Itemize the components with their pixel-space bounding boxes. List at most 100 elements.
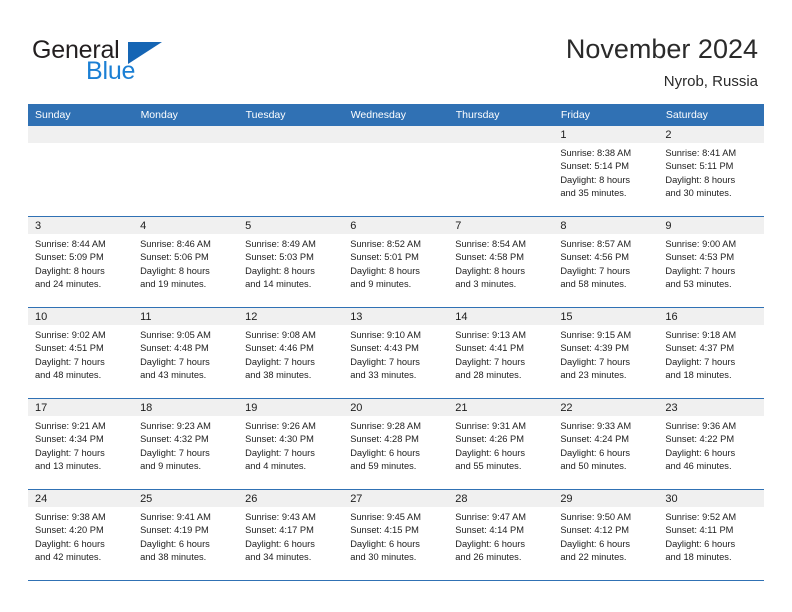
sunrise-text: Sunrise: 9:02 AM	[35, 330, 106, 340]
calendar-day-cell[interactable]: 14 Sunrise: 9:13 AM Sunset: 4:41 PM Dayligh…	[448, 307, 554, 399]
calendar-day-cell[interactable]: 25 Sunrise: 9:41 AM Sunset: 4:19 PM Dayligh…	[133, 489, 239, 581]
day-number: 13	[343, 308, 449, 325]
calendar-day-cell[interactable]: 16 Sunrise: 9:18 AM Sunset: 4:37 PM Dayligh…	[658, 307, 764, 399]
weekday-header-wednesday: Wednesday	[343, 104, 449, 126]
sunrise-text: Sunrise: 9:52 AM	[665, 512, 737, 522]
daylight-text-line1: Daylight: 8 hours	[245, 265, 315, 276]
general-blue-logo[interactable]: General Blue	[32, 36, 232, 88]
calendar-day-cell[interactable]: 30 Sunrise: 9:52 AM Sunset: 4:11 PM Dayligh…	[658, 489, 764, 581]
day-number: 17	[28, 399, 134, 416]
calendar-day-cell[interactable]: 17 Sunrise: 9:21 AM Sunset: 4:34 PM Dayligh…	[28, 398, 134, 490]
day-number: 7	[448, 217, 554, 234]
page-subtitle-location: Nyrob, Russia	[663, 73, 758, 90]
calendar-day-cell[interactable]: 23 Sunrise: 9:36 AM Sunset: 4:22 PM Dayligh…	[658, 398, 764, 490]
sunset-text: Sunset: 4:19 PM	[140, 525, 209, 536]
weekday-header-monday: Monday	[133, 104, 239, 126]
calendar-week-row: 1 Sunrise: 8:38 AM Sunset: 5:14 PM Daylight…	[28, 126, 764, 217]
day-details: Sunrise: 9:13 AM Sunset: 4:41 PM Daylight:…	[448, 325, 553, 382]
sunset-text: Sunset: 4:22 PM	[665, 434, 735, 445]
day-number	[28, 126, 134, 143]
sunrise-text: Sunrise: 9:50 AM	[560, 512, 632, 522]
calendar-day-cell[interactable]: 11 Sunrise: 9:05 AM Sunset: 4:48 PM Dayligh…	[133, 307, 239, 399]
sunset-text: Sunset: 4:53 PM	[665, 252, 735, 263]
calendar-day-cell[interactable]: 1 Sunrise: 8:38 AM Sunset: 5:14 PM Daylight…	[553, 126, 659, 217]
calendar-week-row: 17 Sunrise: 9:21 AM Sunset: 4:34 PM Dayligh…	[28, 398, 764, 490]
daylight-text-line1: Daylight: 7 hours	[140, 447, 210, 458]
daylight-text-line1: Daylight: 7 hours	[665, 356, 736, 367]
daylight-text-line1: Daylight: 6 hours	[140, 538, 210, 549]
sunset-text: Sunset: 4:30 PM	[245, 434, 314, 445]
day-number: 11	[133, 308, 239, 325]
daylight-text-line1: Daylight: 6 hours	[665, 447, 736, 458]
sunset-text: Sunset: 5:06 PM	[140, 252, 209, 263]
daylight-text-line2: and 30 minutes.	[665, 187, 732, 198]
daylight-text-line1: Daylight: 6 hours	[35, 538, 105, 549]
calendar-day-cell[interactable]: 12 Sunrise: 9:08 AM Sunset: 4:46 PM Dayligh…	[238, 307, 344, 399]
calendar-day-cell[interactable]: 13 Sunrise: 9:10 AM Sunset: 4:43 PM Dayligh…	[343, 307, 449, 399]
daylight-text-line2: and 43 minutes.	[140, 369, 207, 380]
weekday-header-row: Sunday Monday Tuesday Wednesday Thursday…	[28, 104, 765, 126]
calendar-day-cell[interactable]: 9 Sunrise: 9:00 AM Sunset: 4:53 PM Daylight…	[658, 216, 764, 308]
sunrise-text: Sunrise: 9:23 AM	[140, 421, 211, 431]
day-details: Sunrise: 9:02 AM Sunset: 4:51 PM Daylight:…	[28, 325, 133, 382]
day-number: 27	[343, 490, 449, 507]
calendar-day-cell[interactable]: 27 Sunrise: 9:45 AM Sunset: 4:15 PM Dayligh…	[343, 489, 449, 581]
daylight-text-line2: and 28 minutes.	[455, 369, 522, 380]
sunrise-text: Sunrise: 9:26 AM	[245, 421, 316, 431]
daylight-text-line2: and 59 minutes.	[350, 460, 417, 471]
calendar-day-cell[interactable]: 6 Sunrise: 8:52 AM Sunset: 5:01 PM Daylight…	[343, 216, 449, 308]
weekday-header-thursday: Thursday	[448, 104, 554, 126]
calendar-day-cell[interactable]: 24 Sunrise: 9:38 AM Sunset: 4:20 PM Dayligh…	[28, 489, 134, 581]
daylight-text-line1: Daylight: 6 hours	[560, 538, 631, 549]
daylight-text-line1: Daylight: 7 hours	[665, 265, 736, 276]
calendar-day-cell[interactable]: 18 Sunrise: 9:23 AM Sunset: 4:32 PM Dayligh…	[133, 398, 239, 490]
day-details: Sunrise: 9:36 AM Sunset: 4:22 PM Daylight:…	[658, 416, 763, 473]
daylight-text-line1: Daylight: 8 hours	[455, 265, 526, 276]
day-details: Sunrise: 8:57 AM Sunset: 4:56 PM Daylight:…	[553, 234, 658, 291]
logo-text-blue: Blue	[86, 57, 136, 85]
calendar-day-cell[interactable]: 5 Sunrise: 8:49 AM Sunset: 5:03 PM Daylight…	[238, 216, 344, 308]
calendar-day-cell[interactable]: 10 Sunrise: 9:02 AM Sunset: 4:51 PM Dayligh…	[28, 307, 134, 399]
day-number: 1	[553, 126, 659, 143]
calendar-day-cell-empty	[28, 126, 134, 217]
day-number	[238, 126, 344, 143]
daylight-text-line2: and 33 minutes.	[350, 369, 417, 380]
calendar-day-cell[interactable]: 2 Sunrise: 8:41 AM Sunset: 5:11 PM Daylight…	[658, 126, 764, 217]
day-details: Sunrise: 8:46 AM Sunset: 5:06 PM Daylight:…	[133, 234, 238, 291]
sunrise-text: Sunrise: 9:33 AM	[560, 421, 632, 431]
sunset-text: Sunset: 4:43 PM	[350, 343, 419, 354]
calendar-day-cell[interactable]: 15 Sunrise: 9:15 AM Sunset: 4:39 PM Dayligh…	[553, 307, 659, 399]
calendar-day-cell[interactable]: 22 Sunrise: 9:33 AM Sunset: 4:24 PM Dayligh…	[553, 398, 659, 490]
sunrise-text: Sunrise: 9:21 AM	[35, 421, 106, 431]
day-details: Sunrise: 9:31 AM Sunset: 4:26 PM Daylight:…	[448, 416, 553, 473]
calendar-day-cell[interactable]: 21 Sunrise: 9:31 AM Sunset: 4:26 PM Dayligh…	[448, 398, 554, 490]
sunrise-text: Sunrise: 8:46 AM	[140, 239, 211, 249]
day-details: Sunrise: 9:50 AM Sunset: 4:12 PM Daylight:…	[553, 507, 658, 564]
daylight-text-line1: Daylight: 7 hours	[245, 447, 315, 458]
calendar-day-cell[interactable]: 28 Sunrise: 9:47 AM Sunset: 4:14 PM Dayligh…	[448, 489, 554, 581]
calendar-day-cell[interactable]: 4 Sunrise: 8:46 AM Sunset: 5:06 PM Daylight…	[133, 216, 239, 308]
daylight-text-line1: Daylight: 7 hours	[350, 356, 420, 367]
calendar-day-cell[interactable]: 8 Sunrise: 8:57 AM Sunset: 4:56 PM Daylight…	[553, 216, 659, 308]
daylight-text-line2: and 9 minutes.	[140, 460, 202, 471]
sunrise-text: Sunrise: 8:57 AM	[560, 239, 632, 249]
daylight-text-line1: Daylight: 7 hours	[560, 356, 631, 367]
calendar-day-cell[interactable]: 29 Sunrise: 9:50 AM Sunset: 4:12 PM Dayligh…	[553, 489, 659, 581]
calendar-day-cell[interactable]: 19 Sunrise: 9:26 AM Sunset: 4:30 PM Dayligh…	[238, 398, 344, 490]
day-details: Sunrise: 9:21 AM Sunset: 4:34 PM Daylight:…	[28, 416, 133, 473]
sunset-text: Sunset: 4:14 PM	[455, 525, 524, 536]
calendar-day-cell[interactable]: 20 Sunrise: 9:28 AM Sunset: 4:28 PM Dayligh…	[343, 398, 449, 490]
sunset-text: Sunset: 4:15 PM	[350, 525, 419, 536]
daylight-text-line1: Daylight: 6 hours	[350, 538, 420, 549]
daylight-text-line1: Daylight: 7 hours	[140, 356, 210, 367]
calendar-day-cell[interactable]: 3 Sunrise: 8:44 AM Sunset: 5:09 PM Daylight…	[28, 216, 134, 308]
day-number: 20	[343, 399, 449, 416]
day-number: 19	[238, 399, 344, 416]
sunset-text: Sunset: 4:11 PM	[665, 525, 734, 536]
calendar-day-cell[interactable]: 26 Sunrise: 9:43 AM Sunset: 4:17 PM Dayligh…	[238, 489, 344, 581]
day-number: 4	[133, 217, 239, 234]
daylight-text-line2: and 53 minutes.	[665, 278, 732, 289]
calendar-day-cell[interactable]: 7 Sunrise: 8:54 AM Sunset: 4:58 PM Daylight…	[448, 216, 554, 308]
daylight-text-line2: and 13 minutes.	[35, 460, 102, 471]
day-details: Sunrise: 9:41 AM Sunset: 4:19 PM Daylight:…	[133, 507, 238, 564]
